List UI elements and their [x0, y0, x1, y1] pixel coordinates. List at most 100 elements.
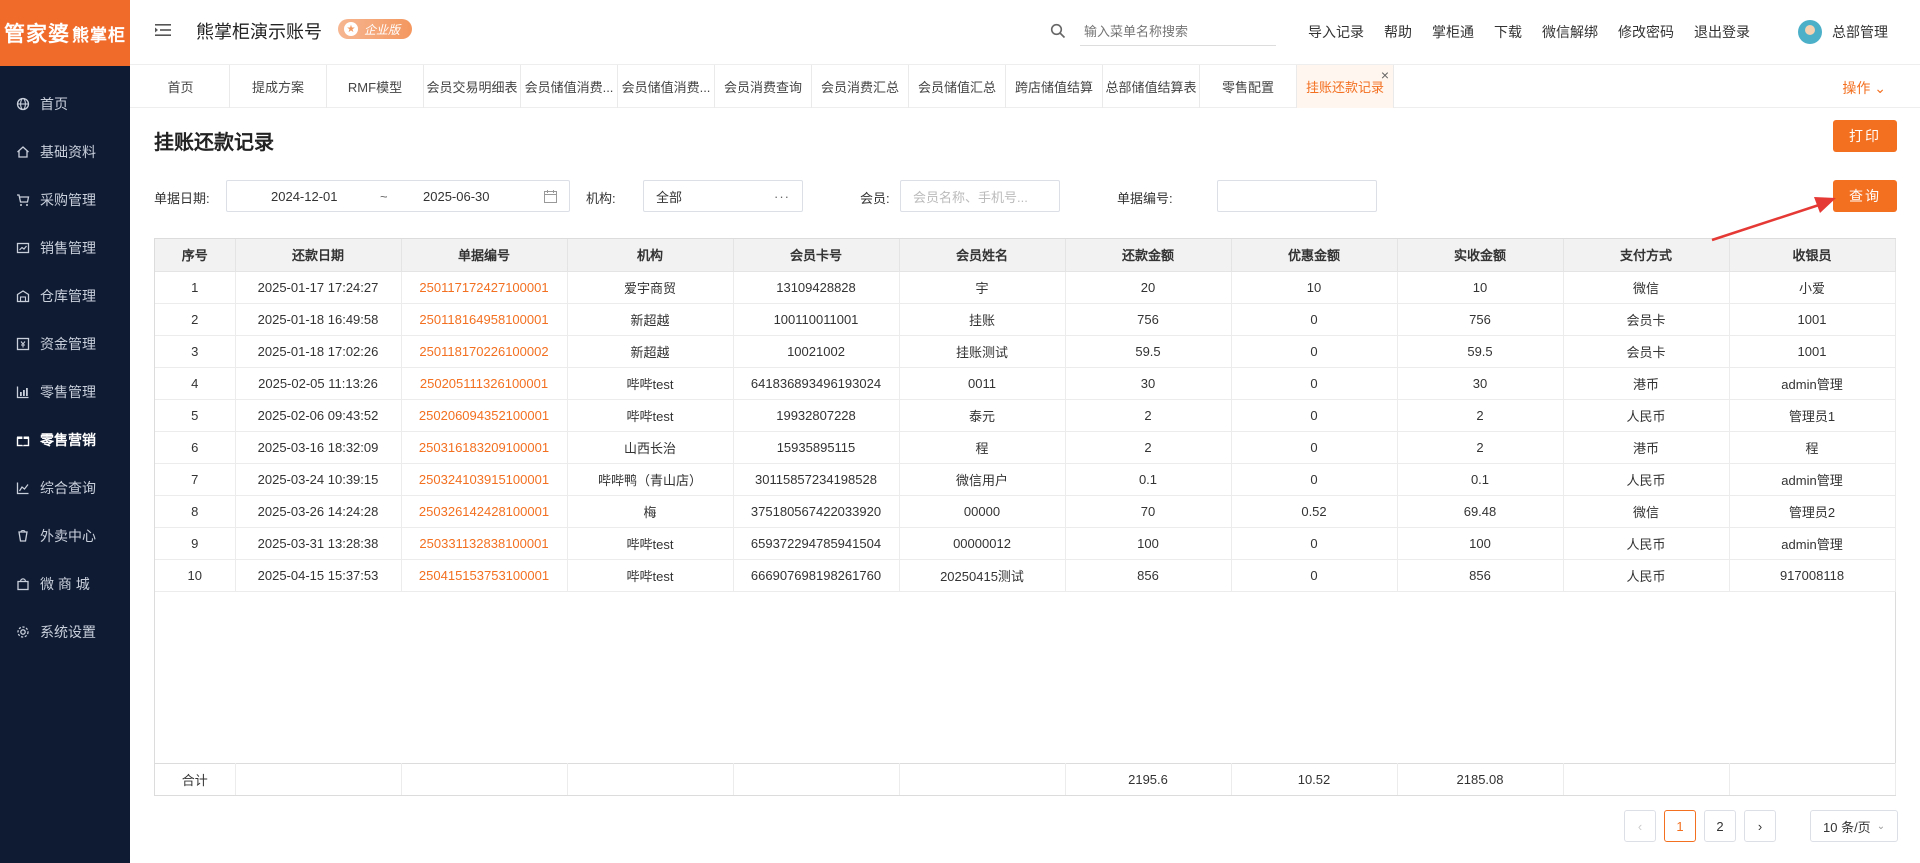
column-header[interactable]: 会员卡号	[733, 239, 900, 272]
header-link-3[interactable]: 下载	[1494, 22, 1522, 42]
next-page-button[interactable]: ›	[1744, 810, 1776, 842]
doc-number-link[interactable]: 250415153753100001	[401, 559, 568, 592]
doc-number-link[interactable]: 250326142428100001	[401, 495, 568, 528]
column-header[interactable]: 优惠金额	[1231, 239, 1398, 272]
column-header[interactable]: 支付方式	[1563, 239, 1730, 272]
calendar-icon[interactable]	[544, 190, 557, 203]
column-header[interactable]: 实收金额	[1397, 239, 1564, 272]
table-cell: 港币	[1563, 431, 1730, 464]
avatar[interactable]	[1798, 20, 1822, 44]
table-cell: 10	[1231, 271, 1398, 304]
header-link-5[interactable]: 修改密码	[1618, 22, 1674, 42]
table-row[interactable]: 3 2025-01-18 17:02:26 250118170226100002 新超…	[155, 335, 1896, 368]
sidebar-item-7[interactable]: 零售营销	[0, 416, 130, 464]
header-link-2[interactable]: 掌柜通	[1432, 22, 1474, 42]
table-row[interactable]: 2 2025-01-18 16:49:58 250118164958100001 新超…	[155, 303, 1896, 336]
user-menu[interactable]: 总部管理	[1798, 20, 1888, 44]
date-range-picker[interactable]: 2024-12-01 ~ 2025-06-30	[226, 180, 570, 212]
docno-input[interactable]	[1217, 180, 1377, 212]
tab-5[interactable]: 会员储值消费...	[618, 65, 715, 108]
tab-9[interactable]: 跨店储值结算	[1006, 65, 1103, 108]
sidebar-item-10[interactable]: 微 商 城	[0, 560, 130, 608]
sidebar-item-label: 基础资料	[40, 144, 96, 160]
sidebar-item-6[interactable]: 零售管理	[0, 368, 130, 416]
search-icon[interactable]	[1050, 23, 1066, 39]
table-row[interactable]: 4 2025-02-05 11:13:26 250205111326100001 哔哔…	[155, 367, 1896, 400]
sidebar-item-3[interactable]: 销售管理	[0, 224, 130, 272]
member-input[interactable]: 会员名称、手机号...	[900, 180, 1060, 212]
globe-icon	[16, 97, 30, 111]
page-2-button[interactable]: 2	[1704, 810, 1736, 842]
column-header[interactable]: 收银员	[1729, 239, 1896, 272]
doc-number-link[interactable]: 250205111326100001	[401, 367, 568, 400]
org-select[interactable]: 全部 ···	[643, 180, 803, 212]
tab-10[interactable]: 总部储值结算表	[1103, 65, 1200, 108]
column-header[interactable]: 会员姓名	[899, 239, 1066, 272]
print-button[interactable]: 打印	[1833, 120, 1897, 152]
table-cell: 917008118	[1729, 559, 1896, 592]
operations-menu[interactable]: 操作 ⌄	[1842, 78, 1886, 98]
column-header[interactable]: 序号	[155, 239, 236, 272]
doc-number-link[interactable]: 250118164958100001	[401, 303, 568, 336]
tab-3[interactable]: 会员交易明细表	[424, 65, 521, 108]
column-header[interactable]: 还款金额	[1065, 239, 1232, 272]
page-1-button[interactable]: 1	[1664, 810, 1696, 842]
sidebar-item-9[interactable]: 外卖中心	[0, 512, 130, 560]
more-icon[interactable]: ···	[774, 189, 790, 204]
sidebar-item-8[interactable]: 综合查询	[0, 464, 130, 512]
tab-0[interactable]: 首页	[132, 65, 230, 108]
filter-bar: 单据日期: 2024-12-01 ~ 2025-06-30 机构: 全部 ···…	[154, 180, 1814, 212]
table-cell: 管理员1	[1729, 399, 1896, 432]
table-cell: 8	[155, 495, 236, 528]
column-header[interactable]: 还款日期	[235, 239, 402, 272]
column-header[interactable]: 单据编号	[401, 239, 568, 272]
sidebar-item-1[interactable]: 基础资料	[0, 128, 130, 176]
tab-11[interactable]: 零售配置	[1200, 65, 1297, 108]
header-link-1[interactable]: 帮助	[1384, 22, 1412, 42]
doc-number-link[interactable]: 250331132838100001	[401, 527, 568, 560]
table-row[interactable]: 9 2025-03-31 13:28:38 250331132838100001 哔哔…	[155, 527, 1896, 560]
sidebar-item-0[interactable]: 首页	[0, 80, 130, 128]
header-link-6[interactable]: 退出登录	[1694, 22, 1750, 42]
doc-number-link[interactable]: 250316183209100001	[401, 431, 568, 464]
org-label: 机构:	[586, 191, 616, 206]
table-row[interactable]: 10 2025-04-15 15:37:53 250415153753100001 哔…	[155, 559, 1896, 592]
menu-toggle-icon[interactable]	[154, 21, 172, 39]
header-link-4[interactable]: 微信解绑	[1542, 22, 1598, 42]
doc-number-link[interactable]: 250324103915100001	[401, 463, 568, 496]
table-cell: 2	[1065, 431, 1232, 464]
sidebar-item-11[interactable]: 系统设置	[0, 608, 130, 656]
close-icon[interactable]: ×	[1381, 67, 1389, 83]
tab-1[interactable]: 提成方案	[230, 65, 327, 108]
tab-4[interactable]: 会员储值消费...	[521, 65, 618, 108]
header-link-0[interactable]: 导入记录	[1308, 22, 1364, 42]
tab-2[interactable]: RMF模型	[327, 65, 424, 108]
app-logo[interactable]: 管家婆 熊掌柜	[0, 0, 130, 66]
sidebar-item-5[interactable]: 资金管理	[0, 320, 130, 368]
table-cell: 59.5	[1065, 335, 1232, 368]
doc-number-link[interactable]: 250118170226100002	[401, 335, 568, 368]
tab-12[interactable]: 挂账还款记录 ×	[1297, 65, 1394, 108]
query-button[interactable]: 查询	[1833, 180, 1897, 212]
edition-label: 企业版	[364, 22, 401, 37]
tab-8[interactable]: 会员储值汇总	[909, 65, 1006, 108]
prev-page-button[interactable]: ‹	[1624, 810, 1656, 842]
column-header[interactable]: 机构	[567, 239, 734, 272]
table-row[interactable]: 7 2025-03-24 10:39:15 250324103915100001 哔哔…	[155, 463, 1896, 496]
page-size-select[interactable]: 10 条/页 ⌄	[1810, 810, 1898, 842]
table-row[interactable]: 1 2025-01-17 17:24:27 250117172427100001 爱宇…	[155, 271, 1896, 304]
doc-number-link[interactable]: 250206094352100001	[401, 399, 568, 432]
sidebar-item-4[interactable]: 仓库管理	[0, 272, 130, 320]
table-row[interactable]: 8 2025-03-26 14:24:28 250326142428100001 梅 3…	[155, 495, 1896, 528]
date-end[interactable]: 2025-06-30	[423, 189, 490, 204]
table-row[interactable]: 6 2025-03-16 18:32:09 250316183209100001 山西…	[155, 431, 1896, 464]
date-start[interactable]: 2024-12-01	[271, 189, 338, 204]
tab-6[interactable]: 会员消费查询	[715, 65, 812, 108]
sidebar-item-2[interactable]: 采购管理	[0, 176, 130, 224]
table-cell: 哔哔鸭（青山店）	[567, 463, 734, 496]
search-input[interactable]	[1080, 18, 1276, 46]
table-cell: 2025-03-16 18:32:09	[235, 431, 402, 464]
table-row[interactable]: 5 2025-02-06 09:43:52 250206094352100001 哔哔…	[155, 399, 1896, 432]
doc-number-link[interactable]: 250117172427100001	[401, 271, 568, 304]
tab-7[interactable]: 会员消费汇总	[812, 65, 909, 108]
